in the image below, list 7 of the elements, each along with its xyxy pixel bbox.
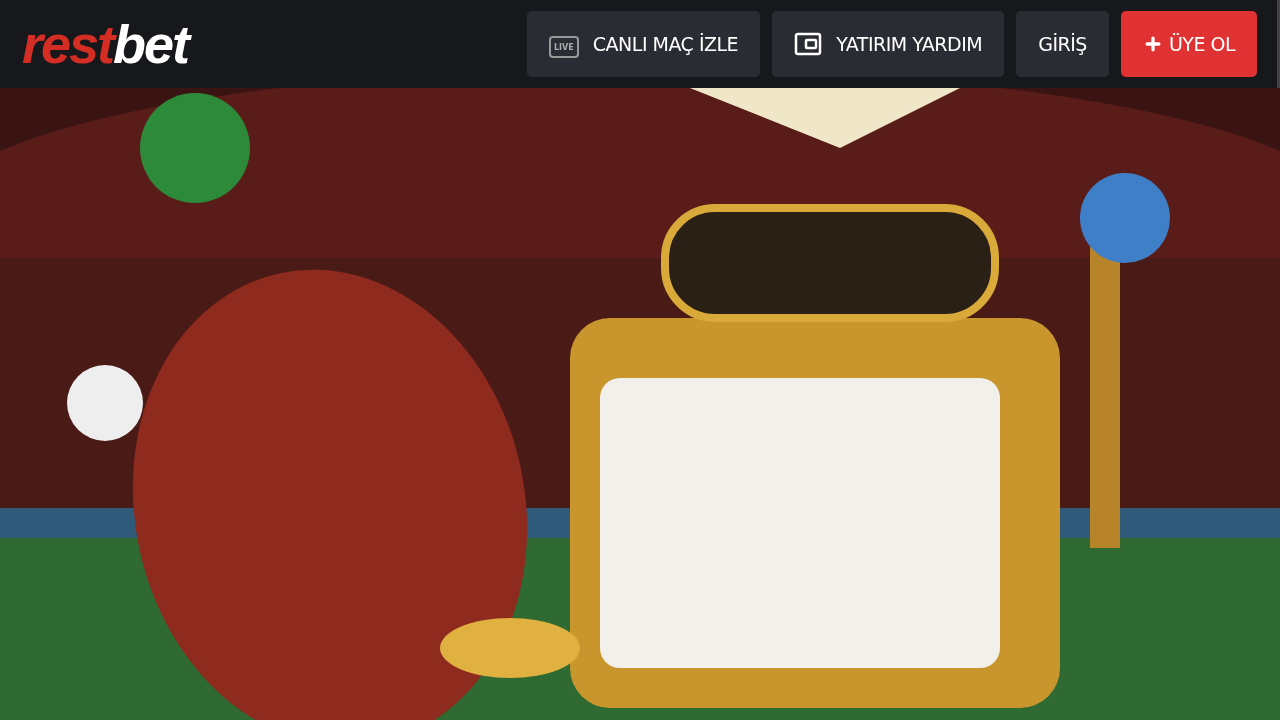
nav-button[interactable]: GİRİŞ — [1016, 11, 1109, 77]
tv-icon: LIVE — [548, 36, 579, 58]
logo[interactable]: restbet — [22, 17, 189, 71]
wallet-icon — [794, 31, 823, 57]
signup-button[interactable]: ÜYE OL — [1120, 11, 1257, 77]
nav-button[interactable]: LIVE CANLI MAÇ İZLE — [526, 11, 761, 77]
nav-button[interactable]: YATIRIM YARDIM — [772, 11, 1005, 77]
